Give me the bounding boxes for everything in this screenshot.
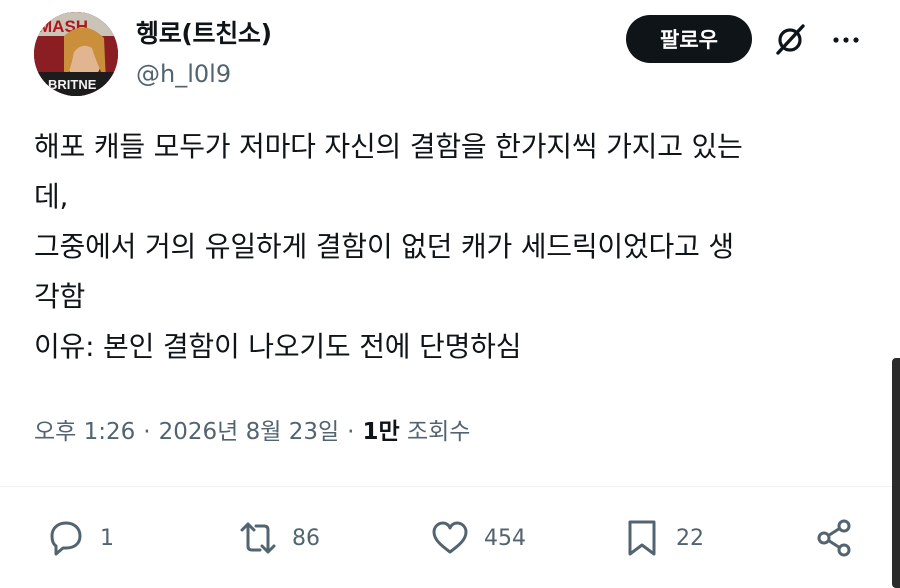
retweet-button[interactable]: 86 <box>236 510 320 566</box>
follow-button[interactable]: 팔로우 <box>626 15 752 63</box>
heart-icon <box>432 521 468 554</box>
tweet-text-line: 이유: 본인 결함이 나오기도 전에 단명하심 <box>34 330 522 363</box>
share-icon <box>817 519 851 557</box>
avatar-image: MASH BRITNE <box>34 12 118 96</box>
like-count: 454 <box>484 525 526 551</box>
author-display-name[interactable]: 헹로(트친소) <box>136 14 272 50</box>
tweet-meta: 오후 1:26 · 2026년 8월 23일 · 1만 조회수 <box>34 412 470 446</box>
reply-button[interactable]: 1 <box>44 510 114 566</box>
views-count: 1만 <box>362 419 400 445</box>
more-horizontal-icon[interactable] <box>828 24 864 56</box>
tweet-date[interactable]: 2026년 8월 23일 <box>159 419 340 445</box>
divider <box>0 486 900 487</box>
tweet-text-line: 그중에서 거의 유일하게 결함이 없던 캐가 세드릭이었다고 생 <box>34 230 734 263</box>
retweet-count: 86 <box>292 525 320 551</box>
meta-separator: · <box>347 419 355 445</box>
avatar-text-bottom: BRITNE <box>48 77 97 92</box>
bookmark-count: 22 <box>676 525 704 551</box>
bookmark-button[interactable]: 22 <box>620 510 704 566</box>
scrollbar[interactable] <box>892 358 900 588</box>
author-handle[interactable]: @h_l0l9 <box>136 60 231 88</box>
tweet-time[interactable]: 오후 1:26 <box>34 419 135 445</box>
like-button[interactable]: 454 <box>428 510 526 566</box>
views-label: 조회수 <box>406 419 471 445</box>
tweet-actions: 1 86 454 22 <box>0 510 900 566</box>
tweet-text-line: 해포 캐들 모두가 저마다 자신의 결함을 한가지씩 가지고 있는 <box>34 130 743 163</box>
meta-separator: · <box>143 419 151 445</box>
tweet-text-line: 각함 <box>34 280 86 313</box>
share-button[interactable] <box>812 510 856 566</box>
reply-count: 1 <box>100 525 114 551</box>
reply-icon <box>50 521 82 556</box>
grok-slash-icon[interactable] <box>772 22 808 58</box>
retweet-icon <box>240 522 276 554</box>
tweet-text-line: 데, <box>34 180 69 213</box>
tweet-header: MASH BRITNE 헹로(트친소) @h_l0l9 팔로우 <box>0 0 900 110</box>
bookmark-icon <box>628 520 656 556</box>
avatar[interactable]: MASH BRITNE <box>34 12 118 96</box>
tweet-text: 해포 캐들 모두가 저마다 자신의 결함을 한가지씩 가지고 있는 데, 그중에… <box>34 122 864 372</box>
